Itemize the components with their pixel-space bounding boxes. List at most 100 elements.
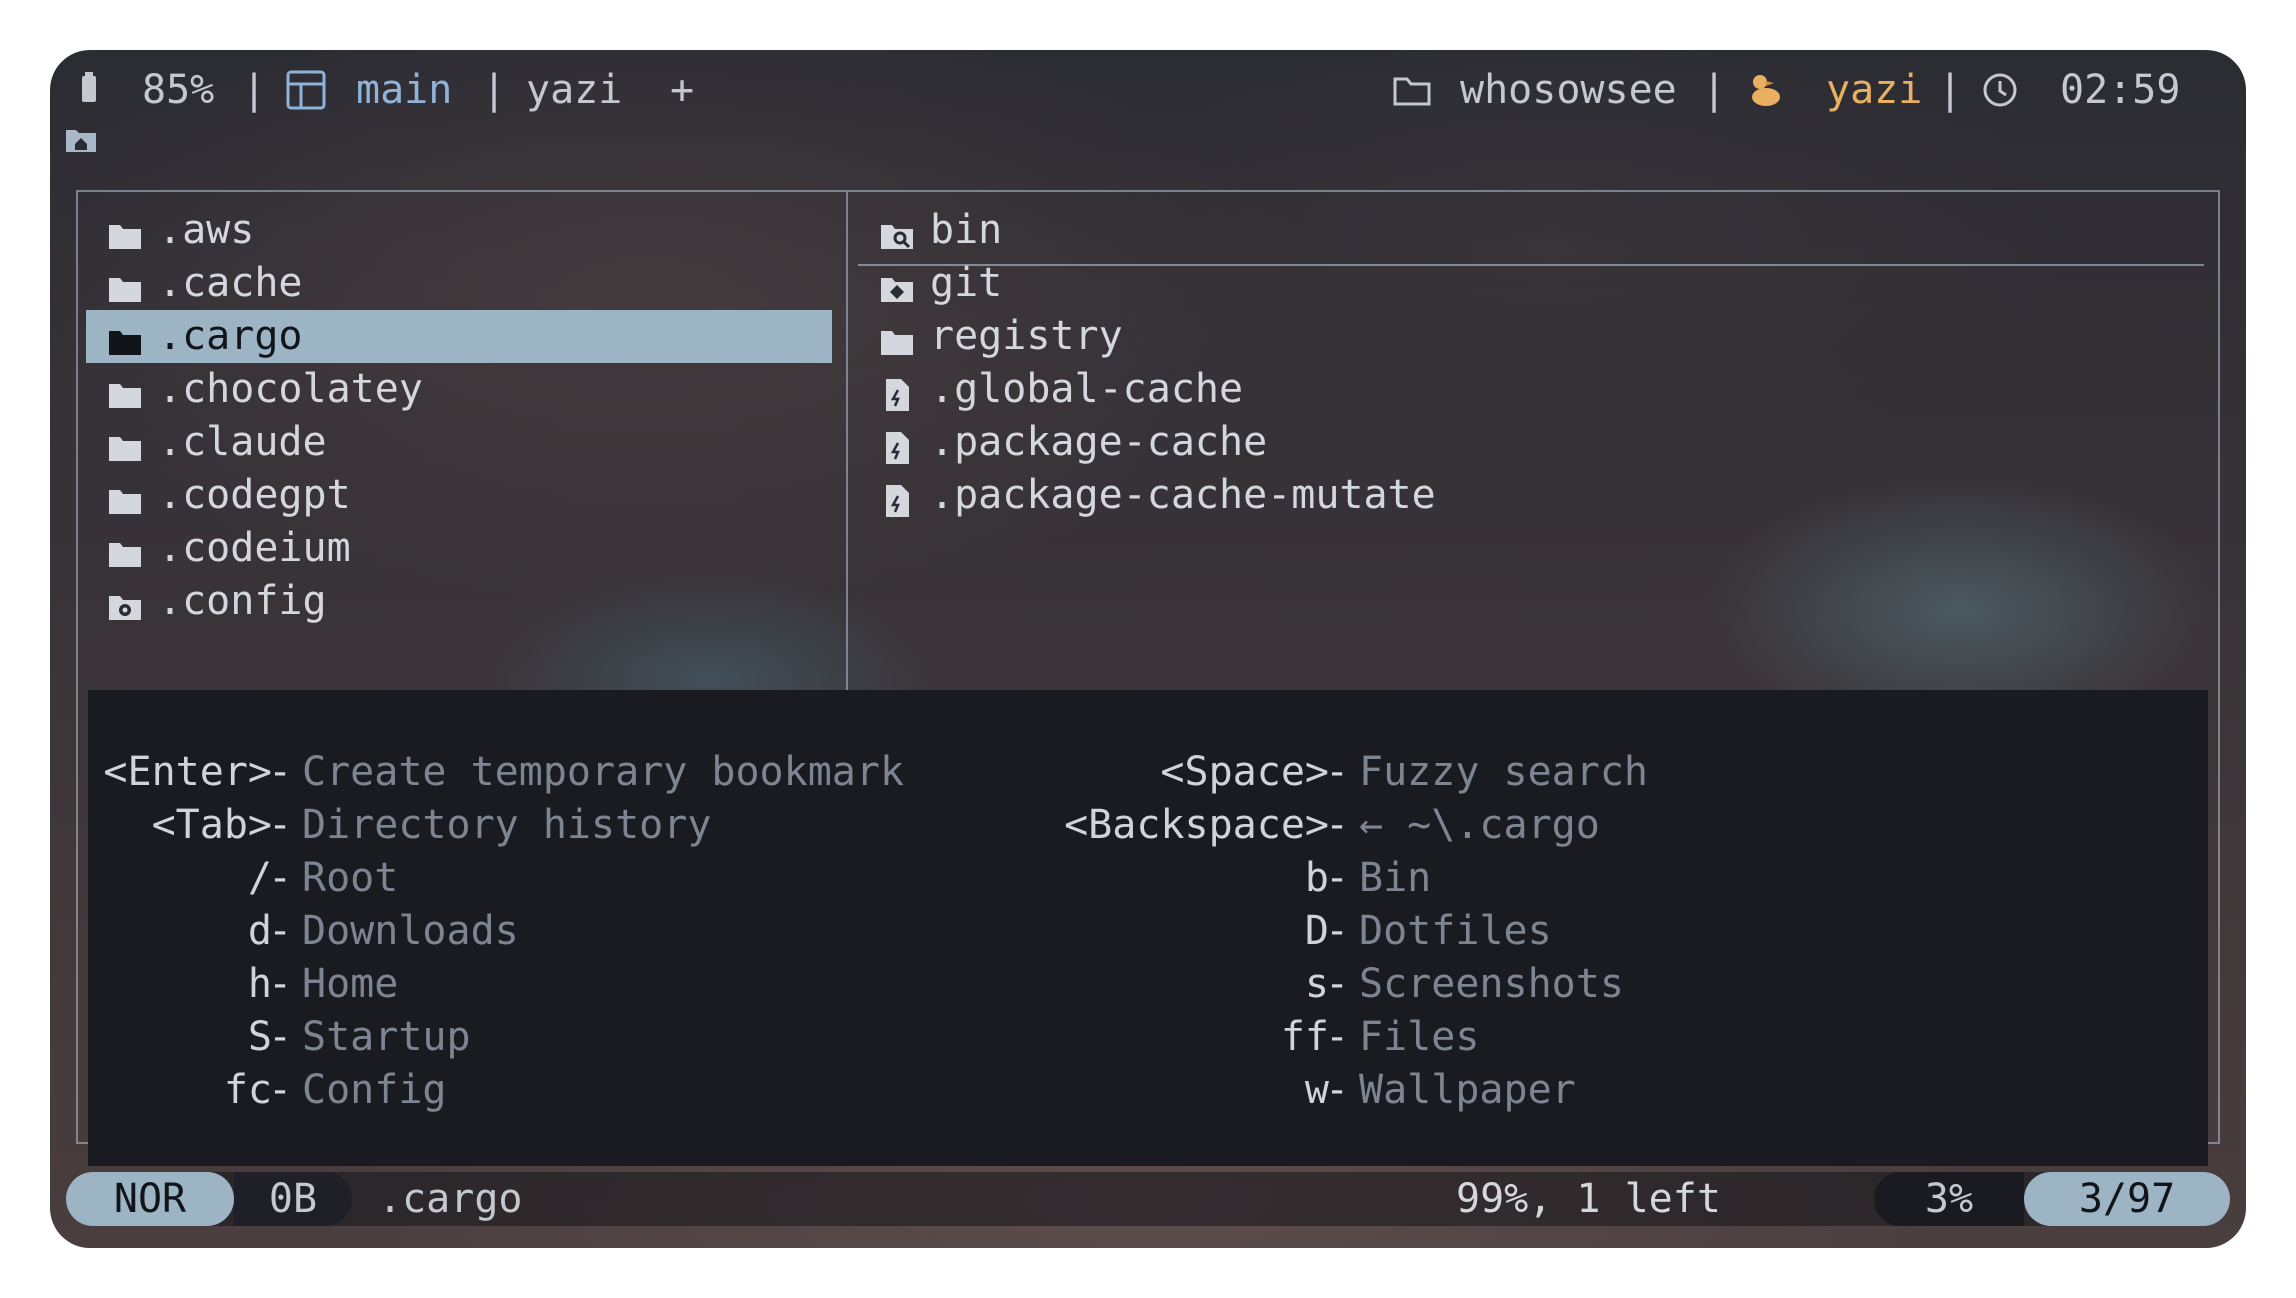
list-item[interactable]: .aws <box>86 204 832 257</box>
file-icon <box>880 373 914 411</box>
duck-icon <box>1746 50 1782 130</box>
battery-level: 85% <box>142 67 215 113</box>
folder-icon <box>108 426 142 461</box>
list-item[interactable]: .chocolatey <box>86 363 832 416</box>
tmux-status-bar: 85% | main | yazi + whosowsee | yazi | 0… <box>50 50 2246 130</box>
shortcut-files[interactable]: Files <box>1359 1011 1479 1064</box>
list-item[interactable]: .claude <box>86 416 832 469</box>
folder-icon <box>108 214 142 249</box>
task-progress: 99%, 1 left <box>1456 1176 1721 1222</box>
dash: - <box>268 961 293 1007</box>
dash: - <box>1325 1067 1350 1113</box>
scroll-percent: 3% <box>1874 1172 2024 1226</box>
shortcut-downloads[interactable]: Downloads <box>302 905 519 958</box>
dash: - <box>1325 908 1350 954</box>
item-name: .global-cache <box>930 366 1244 412</box>
session-name[interactable]: main <box>356 50 452 130</box>
list-item[interactable]: bin <box>858 204 2204 257</box>
dash: - <box>268 855 293 901</box>
clock-icon <box>1982 50 2018 130</box>
list-item[interactable]: .package-cache-mutate <box>858 469 2204 522</box>
dash: - <box>1325 1014 1350 1060</box>
current-name: .cargo <box>378 1176 523 1222</box>
list-item[interactable]: .codegpt <box>86 469 832 522</box>
item-name: registry <box>930 313 1123 359</box>
list-item[interactable]: .cache <box>86 257 832 310</box>
shortcut-wallpaper[interactable]: Wallpaper <box>1359 1064 1576 1117</box>
separator: | <box>482 67 507 113</box>
tab-yazi[interactable]: yazi <box>526 50 622 130</box>
dash: - <box>1325 802 1350 848</box>
item-name: .codegpt <box>158 472 351 518</box>
shortcut-dotfiles[interactable]: Dotfiles <box>1359 905 1552 958</box>
item-name: .package-cache <box>930 419 1268 465</box>
dash: - <box>1325 855 1350 901</box>
shortcut-home[interactable]: Home <box>302 958 398 1011</box>
key-fc: fc <box>223 1067 272 1113</box>
list-item[interactable]: registry <box>858 310 2204 363</box>
list-item[interactable]: .codeium <box>86 522 832 575</box>
shortcut-root[interactable]: Root <box>302 852 398 905</box>
folder-gear-icon <box>108 585 142 620</box>
mode-indicator: NOR <box>66 1172 234 1226</box>
new-tab-button[interactable]: + <box>670 50 694 130</box>
shortcut-back[interactable]: ← ~\.cargo <box>1359 799 1600 852</box>
key-backspace: <Backspace> <box>1064 802 1329 848</box>
item-name: .package-cache-mutate <box>930 472 1436 518</box>
dash: - <box>268 1067 293 1113</box>
key-space: <Space> <box>1160 749 1329 795</box>
list-item[interactable]: .package-cache <box>858 416 2204 469</box>
file-icon <box>880 426 914 464</box>
separator: | <box>1938 67 1963 113</box>
item-name: .cargo <box>158 313 303 359</box>
item-name: .codeium <box>158 525 351 571</box>
folder-icon <box>108 532 142 567</box>
folder-icon <box>108 479 142 514</box>
separator: | <box>242 67 267 113</box>
app-name: yazi <box>1826 67 1923 113</box>
folder-icon <box>108 320 142 355</box>
list-item[interactable]: .global-cache <box>858 363 2204 416</box>
folder-icon <box>880 320 914 355</box>
list-item[interactable]: .config <box>86 575 832 628</box>
battery-icon <box>80 50 98 130</box>
shortcut-create-bookmark[interactable]: Create temporary bookmark <box>302 746 904 799</box>
shortcut-directory-history[interactable]: Directory history <box>302 799 711 852</box>
dash: - <box>1325 961 1350 1007</box>
item-name: .chocolatey <box>158 366 423 412</box>
file-size: 0B <box>234 1172 352 1226</box>
key-ff: ff <box>1280 1014 1329 1060</box>
shortcut-fuzzy-search[interactable]: Fuzzy search <box>1359 746 1648 799</box>
file-icon <box>880 479 914 517</box>
key-tab: <Tab> <box>151 802 272 848</box>
clock-time: 02:59 <box>2060 67 2181 113</box>
terminal-window: 85% | main | yazi + whosowsee | yazi | 0… <box>50 50 2246 1248</box>
list-item[interactable]: git <box>858 257 2204 310</box>
folder-git-icon <box>880 267 914 302</box>
item-name: git <box>930 260 1003 306</box>
shortcut-bin[interactable]: Bin <box>1359 852 1431 905</box>
folder-icon <box>108 267 142 302</box>
separator: | <box>1702 67 1727 113</box>
username: whosowsee <box>1460 67 1677 113</box>
cursor-position: 3/97 <box>2024 1172 2230 1226</box>
dash: - <box>268 802 293 848</box>
shortcut-screenshots[interactable]: Screenshots <box>1359 958 1624 1011</box>
home-icon[interactable] <box>64 124 98 158</box>
shortcut-startup[interactable]: Startup <box>302 1011 471 1064</box>
yazi-status-bar: NOR 0B .cargo 99%, 1 left 3% 3/97 <box>66 1172 2230 1226</box>
item-name: .config <box>158 578 327 624</box>
item-name: .claude <box>158 419 327 465</box>
folder-icon <box>108 373 142 408</box>
dash: - <box>1325 749 1350 795</box>
dash: - <box>268 749 293 795</box>
item-name: bin <box>930 207 1003 253</box>
dash: - <box>268 908 293 954</box>
bookmark-help-panel: <Enter> - Create temporary bookmark <Tab… <box>88 690 2208 1166</box>
item-name: .cache <box>158 260 303 306</box>
layout-grid-icon <box>286 50 326 130</box>
folder-outline-icon <box>1392 50 1432 130</box>
key-enter: <Enter> <box>103 749 272 795</box>
list-item-selected[interactable]: .cargo <box>86 310 832 363</box>
shortcut-config[interactable]: Config <box>302 1064 447 1117</box>
